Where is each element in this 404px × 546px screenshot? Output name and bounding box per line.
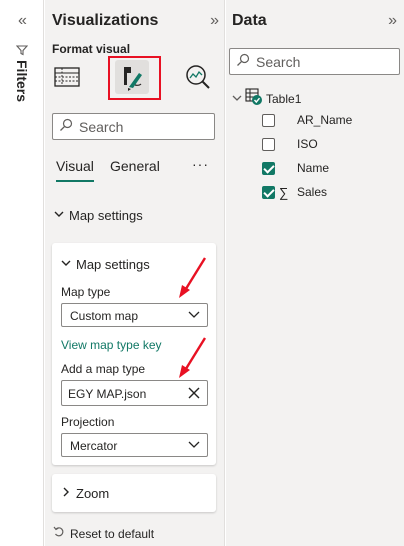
chevron-down-icon xyxy=(187,307,201,321)
highlight-annotation-box xyxy=(108,56,161,100)
checkbox[interactable] xyxy=(262,137,275,151)
search-icon xyxy=(236,53,250,70)
chevron-down-icon[interactable] xyxy=(232,92,242,106)
map-settings-card-header[interactable]: Map settings xyxy=(61,257,150,272)
field-name: ISO xyxy=(297,137,318,151)
filter-icon xyxy=(15,44,29,56)
projection-value: Mercator xyxy=(70,439,118,453)
checkbox-checked[interactable] xyxy=(262,185,275,199)
view-map-type-key-link[interactable]: View map type key xyxy=(61,338,162,352)
checkbox[interactable] xyxy=(262,113,275,127)
reset-label: Reset to default xyxy=(70,526,155,541)
zoom-title: Zoom xyxy=(76,486,110,501)
annotation-arrow xyxy=(179,337,207,378)
reset-icon xyxy=(53,526,65,541)
map-file-value: EGY MAP.json xyxy=(68,387,147,401)
data-search-input[interactable]: Search xyxy=(229,48,400,75)
data-search-placeholder: Search xyxy=(256,53,301,70)
chevron-down-icon xyxy=(61,258,71,271)
analytics-magnifier-icon[interactable] xyxy=(183,62,213,92)
close-icon[interactable] xyxy=(187,386,201,400)
projection-label: Projection xyxy=(61,415,115,429)
chevron-down-icon xyxy=(187,437,201,451)
field-ar-name[interactable]: AR_Name xyxy=(262,112,352,128)
map-type-value: Custom map xyxy=(70,309,139,323)
field-name: Name xyxy=(297,161,330,175)
field-name: Sales xyxy=(297,185,328,199)
zoom-card-header[interactable]: Zoom xyxy=(61,486,109,501)
tab-general[interactable]: General xyxy=(110,158,160,174)
filters-toggle[interactable]: Filters xyxy=(14,44,30,102)
table-icon xyxy=(245,88,263,109)
annotation-arrow xyxy=(179,257,207,298)
zoom-card[interactable]: Zoom xyxy=(52,474,216,512)
visualizations-title: Visualizations xyxy=(52,12,159,29)
data-title: Data xyxy=(232,12,267,29)
card-title: Map settings xyxy=(76,257,150,272)
table-name: Table1 xyxy=(266,91,302,106)
field-name: AR_Name xyxy=(297,113,353,127)
field-name-row[interactable]: Name xyxy=(262,160,329,176)
checkbox-checked[interactable] xyxy=(262,161,275,175)
field-sales[interactable]: ∑ Sales xyxy=(262,184,327,200)
table-node[interactable]: Table1 xyxy=(232,88,301,109)
reset-to-default-button[interactable]: Reset to default xyxy=(53,526,154,541)
viz-search-input[interactable]: Search xyxy=(52,113,215,140)
filters-label: Filters xyxy=(14,60,30,103)
collapse-filters-icon[interactable]: « xyxy=(18,12,27,30)
viz-search-placeholder: Search xyxy=(79,118,124,135)
chevron-right-icon xyxy=(61,487,71,500)
data-pane: Data » Search Table1 AR_Name ISO Name ∑ … xyxy=(226,0,404,546)
expand-visualizations-icon[interactable]: » xyxy=(210,12,219,30)
format-visual-label: Format visual xyxy=(52,42,131,56)
map-settings-section-header[interactable]: Map settings xyxy=(54,208,143,223)
map-type-label: Map type xyxy=(61,285,111,299)
filters-pane: « Filters xyxy=(0,0,44,546)
chevron-down-icon xyxy=(54,209,64,222)
format-tabs: Visual General ··· xyxy=(56,156,216,182)
table-build-icon[interactable] xyxy=(52,62,82,92)
map-type-dropdown[interactable]: Custom map xyxy=(61,303,208,327)
tab-visual[interactable]: Visual xyxy=(56,158,94,182)
search-icon xyxy=(59,118,73,135)
expand-data-icon[interactable]: » xyxy=(388,12,397,30)
map-file-input[interactable]: EGY MAP.json xyxy=(61,380,208,406)
add-map-type-label: Add a map type xyxy=(61,362,146,376)
pane-icon-row xyxy=(45,56,225,100)
projection-dropdown[interactable]: Mercator xyxy=(61,433,208,457)
field-iso[interactable]: ISO xyxy=(262,136,318,152)
section-title: Map settings xyxy=(69,208,143,223)
sigma-icon: ∑ xyxy=(279,184,289,200)
more-options-button[interactable]: ··· xyxy=(192,156,209,172)
